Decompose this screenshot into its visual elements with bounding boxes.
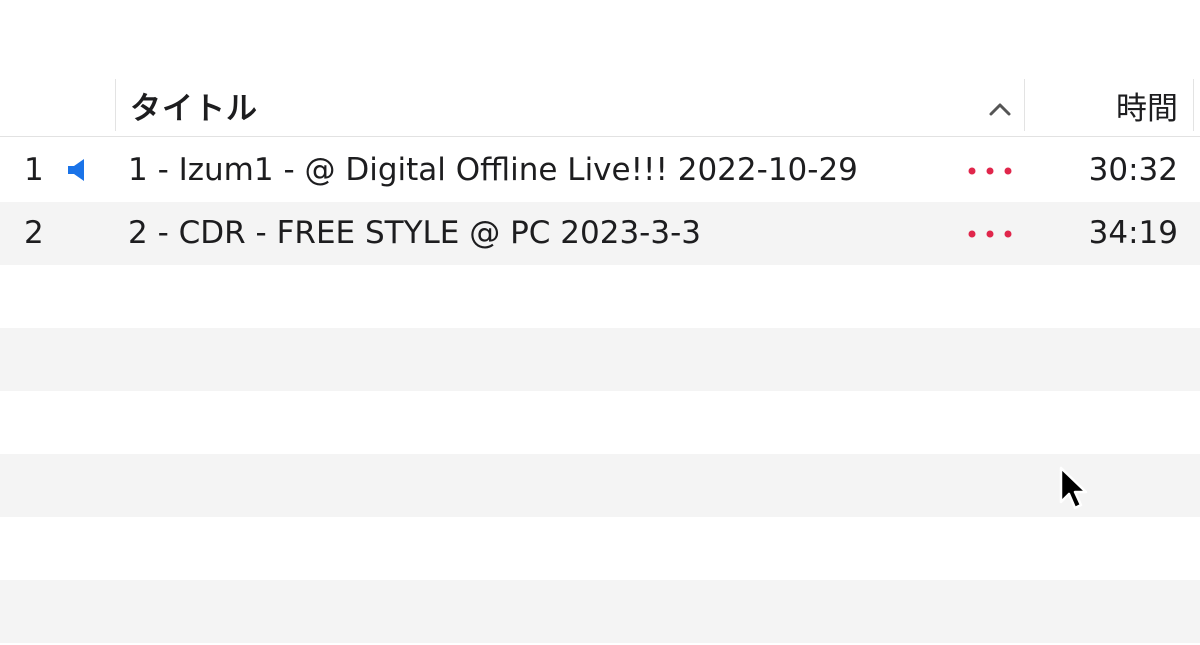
column-divider[interactable]	[1193, 79, 1194, 131]
track-number: 2	[24, 215, 44, 251]
empty-row	[0, 517, 1200, 580]
column-header-time[interactable]: 時間	[1116, 89, 1178, 129]
column-divider[interactable]	[115, 79, 116, 131]
more-options-icon[interactable]	[966, 229, 1016, 239]
chevron-up-icon[interactable]	[985, 99, 1015, 119]
column-divider[interactable]	[1024, 79, 1025, 131]
column-header-bar: タイトル 時間	[0, 79, 1200, 137]
column-header-title[interactable]: タイトル	[130, 89, 258, 129]
empty-row	[0, 391, 1200, 454]
track-time: 34:19	[1088, 215, 1178, 251]
track-number: 1	[24, 152, 44, 188]
track-time: 30:32	[1088, 152, 1178, 188]
speaker-icon	[68, 159, 84, 181]
track-row[interactable]: 1 1 - Izum1 - @ Digital Offline Live!!! …	[0, 139, 1200, 202]
more-options-icon[interactable]	[966, 166, 1016, 176]
playlist-window: タイトル 時間 1 1 - Izum1 - @ Digital Offline …	[0, 0, 1200, 645]
track-list: 1 1 - Izum1 - @ Digital Offline Live!!! …	[0, 139, 1200, 643]
track-title: 2 - CDR - FREE STYLE @ PC 2023-3-3	[128, 215, 701, 251]
track-row[interactable]: 2 2 - CDR - FREE STYLE @ PC 2023-3-3 34:…	[0, 202, 1200, 265]
empty-row	[0, 328, 1200, 391]
mouse-pointer-icon	[1059, 466, 1088, 510]
empty-row	[0, 580, 1200, 643]
empty-row	[0, 454, 1200, 517]
empty-row	[0, 265, 1200, 328]
track-title: 1 - Izum1 - @ Digital Offline Live!!! 20…	[128, 152, 858, 188]
